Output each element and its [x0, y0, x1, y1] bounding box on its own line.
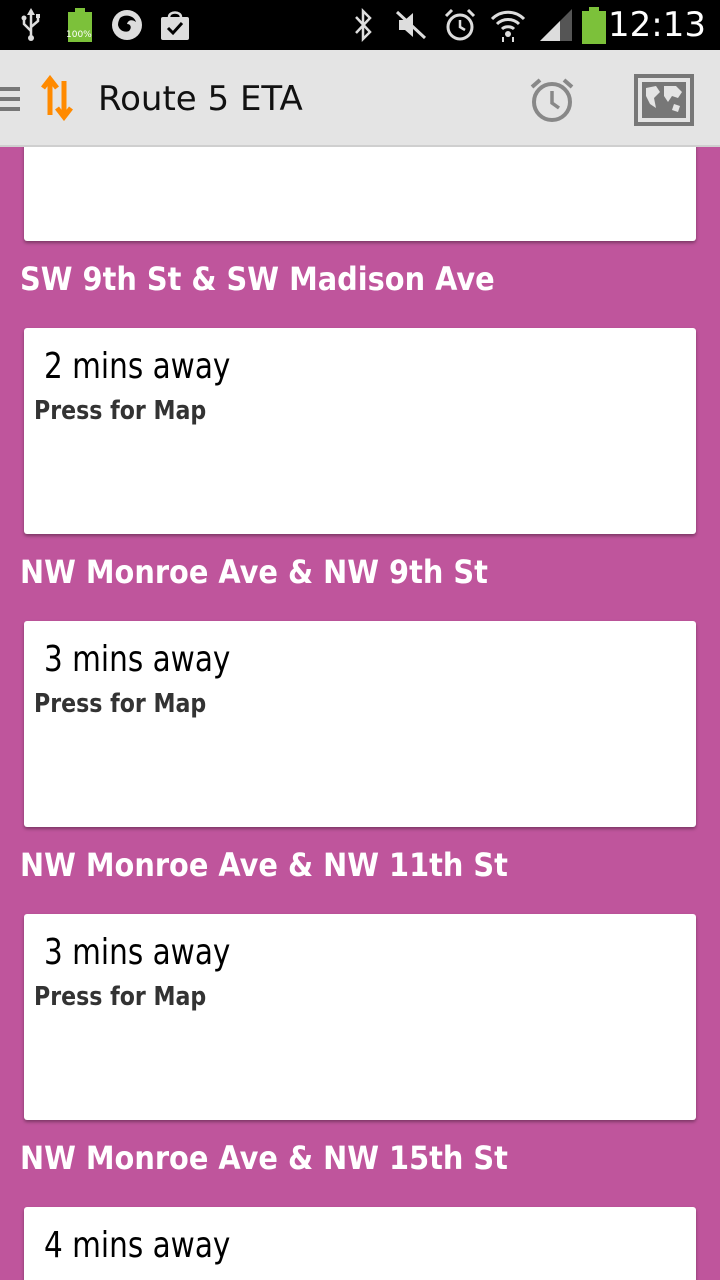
alarm-clock-button[interactable]	[522, 70, 582, 130]
usb-icon	[14, 0, 48, 50]
press-for-map-label: Press for Map	[34, 982, 207, 1012]
clock-time: 12:13	[608, 5, 706, 45]
alarm-clock-icon	[530, 78, 574, 122]
eta-text: 3 mins away	[44, 639, 231, 680]
press-for-map-label: Press for Map	[34, 689, 207, 719]
status-bar: 100% 12:13	[0, 0, 720, 50]
battery-full-icon	[64, 0, 96, 50]
wifi-icon	[488, 0, 528, 50]
stop-name: SW 9th St & SW Madison Ave	[20, 260, 495, 298]
stop-name: NW Monroe Ave & NW 9th St	[20, 553, 488, 591]
firefox-icon	[108, 0, 146, 50]
map-button[interactable]	[632, 70, 696, 130]
mute-icon	[392, 0, 430, 50]
eta-card[interactable]: 2 mins away Press for Map	[24, 328, 696, 534]
eta-card[interactable]: 3 mins away Press for Map	[24, 914, 696, 1120]
alarm-icon	[440, 0, 480, 50]
eta-card[interactable]	[24, 147, 696, 241]
page-title: Route 5 ETA	[98, 79, 303, 119]
signal-icon	[536, 0, 576, 50]
stop-name: NW Monroe Ave & NW 15th St	[20, 1139, 508, 1177]
stop-list[interactable]: SW 9th St & SW Madison Ave 2 mins away P…	[0, 147, 720, 1280]
battery-icon	[578, 0, 610, 50]
eta-text: 2 mins away	[44, 346, 231, 387]
press-for-map-label: Press for Map	[34, 396, 207, 426]
eta-text: 3 mins away	[44, 932, 231, 973]
eta-text: 4 mins away	[44, 1225, 231, 1266]
action-bar: Route 5 ETA	[0, 50, 720, 147]
bluetooth-icon	[348, 0, 378, 50]
battery-percent-label: 100%	[66, 30, 92, 40]
stop-name: NW Monroe Ave & NW 11th St	[20, 846, 508, 884]
map-icon	[634, 74, 694, 126]
shopping-bag-icon	[156, 0, 194, 50]
eta-card[interactable]: 4 mins away	[24, 1207, 696, 1280]
route-arrows-icon[interactable]	[40, 74, 74, 122]
eta-card[interactable]: 3 mins away Press for Map	[24, 621, 696, 827]
menu-icon[interactable]	[0, 85, 20, 113]
